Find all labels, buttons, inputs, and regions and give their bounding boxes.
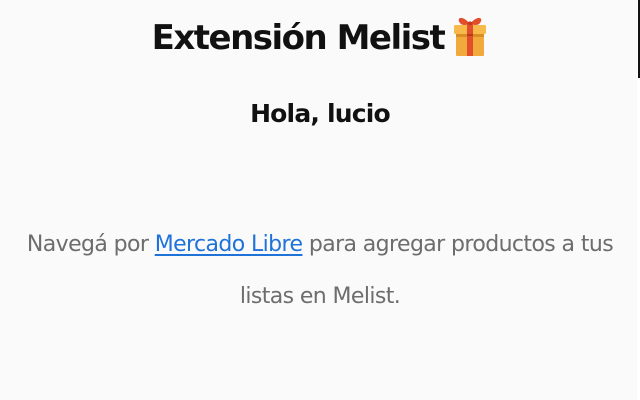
instruction-message: Navegá por Mercado Libre para agregar pr…: [20, 219, 620, 323]
greeting-text: Hola, lucio: [250, 99, 391, 128]
page-title: Extensión Melist: [151, 18, 446, 58]
header: Extensión Melist: [0, 10, 640, 66]
gift-icon: [454, 17, 487, 56]
popup-window: Extensión Melist Hola, lucio Navegá por …: [0, 0, 640, 400]
mercado-libre-link[interactable]: Mercado Libre: [155, 232, 303, 257]
message-text-before: Navegá por: [26, 232, 155, 257]
